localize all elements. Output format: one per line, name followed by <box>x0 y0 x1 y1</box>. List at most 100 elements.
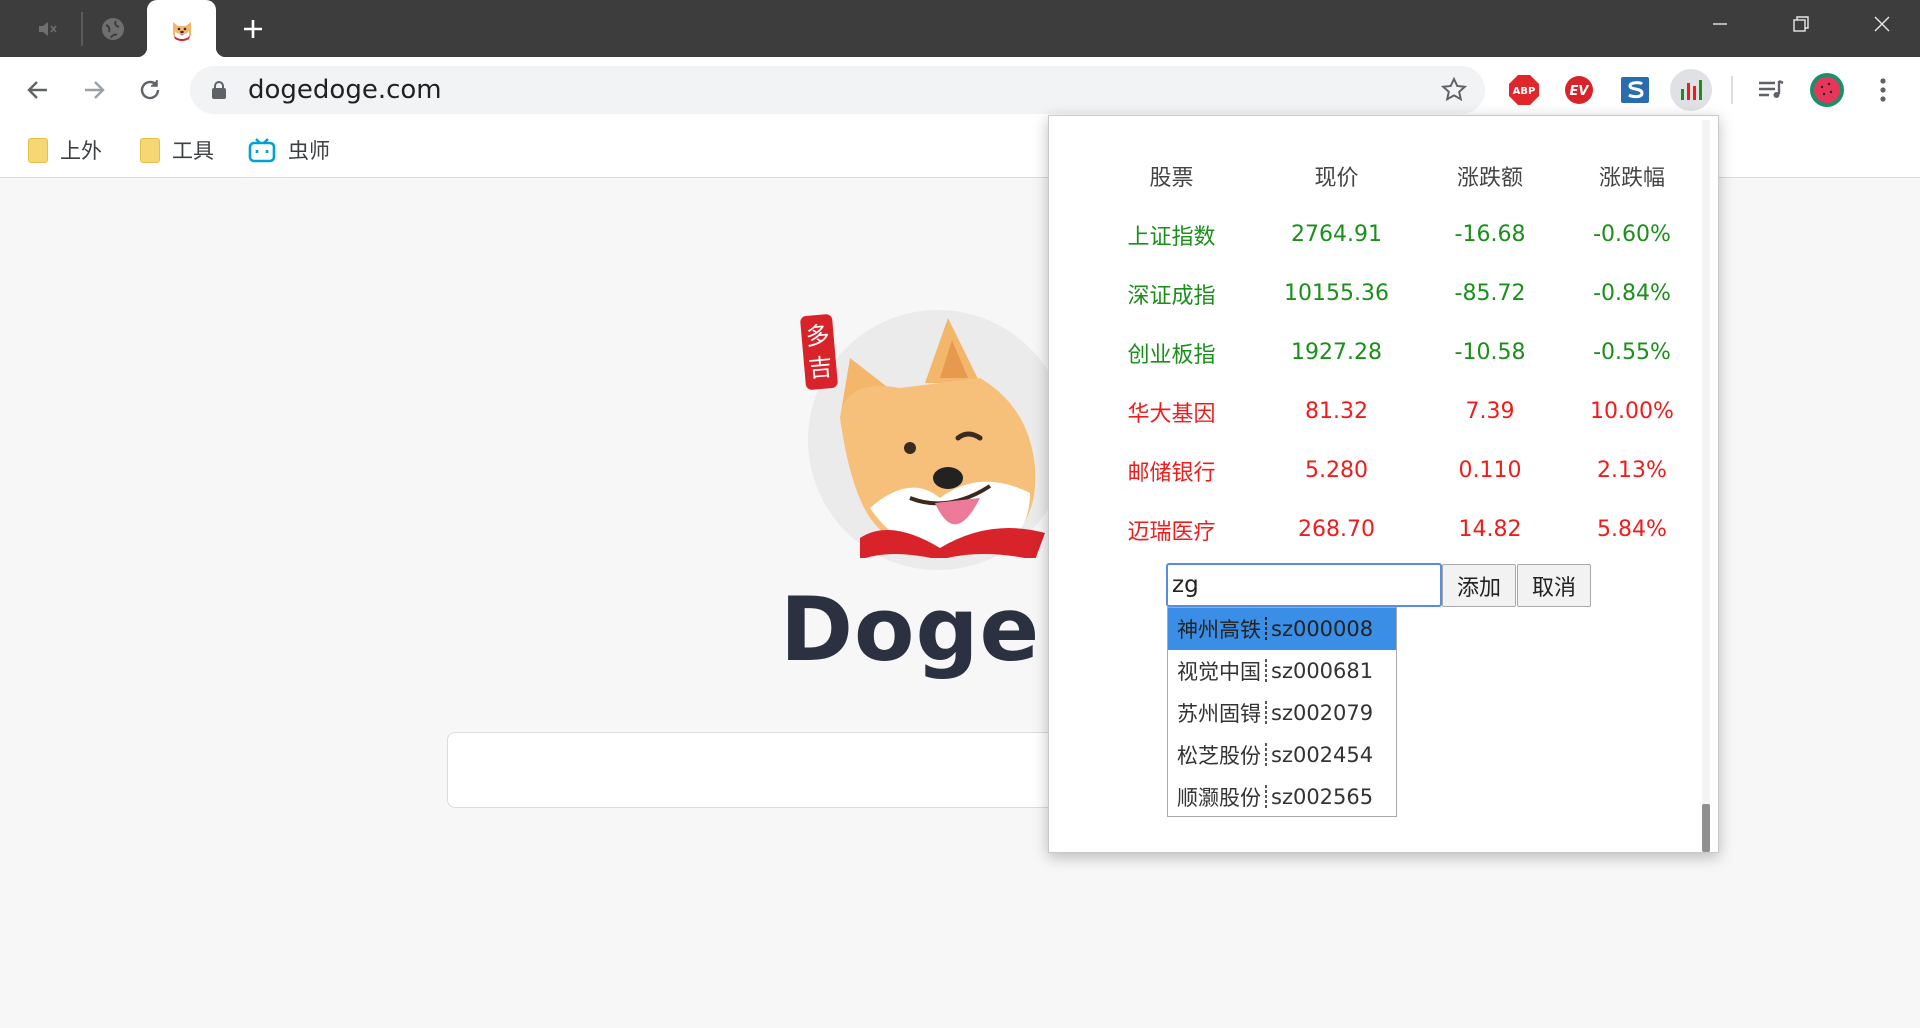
header-change: 涨跌额 <box>1456 165 1523 191</box>
stock-ticker-popup: 股票 现价 涨跌额 涨跌幅 上证指数 2764.91 -16.68 -0.60%… <box>1048 115 1719 853</box>
profile-avatar[interactable] <box>1806 69 1848 111</box>
address-bar[interactable]: dogedoge.com <box>190 66 1485 114</box>
suggestion-name: 神州高铁 <box>1177 618 1261 642</box>
suggestion-code: sz002565 <box>1271 785 1374 809</box>
autocomplete-item[interactable]: 苏州固锝 sz002079 <box>1168 692 1396 734</box>
stock-code-input[interactable] <box>1166 563 1442 607</box>
stock-percent: 2.13% <box>1597 458 1667 483</box>
add-button[interactable]: 添加 <box>1442 564 1516 607</box>
media-controls-button[interactable] <box>1750 69 1792 111</box>
suggestion-name: 顺灏股份 <box>1177 786 1261 810</box>
autocomplete-item[interactable]: 松芝股份 sz002454 <box>1168 734 1396 776</box>
folder-icon <box>28 137 48 163</box>
restore-button[interactable] <box>1769 0 1833 48</box>
stock-name[interactable]: 上证指数 <box>1089 205 1254 264</box>
kebab-menu-icon <box>1880 78 1886 102</box>
ev-icon: EV <box>1565 76 1593 104</box>
stock-name[interactable]: 华大基因 <box>1089 382 1254 441</box>
reload-icon <box>140 80 160 100</box>
bookmark-chongshi[interactable]: 虫师 <box>248 133 330 167</box>
restore-icon <box>1793 16 1809 32</box>
suggestion-name: 松芝股份 <box>1177 744 1261 768</box>
doge-mascot-icon <box>840 318 1045 558</box>
table-row[interactable]: 迈瑞医疗 268.70 14.82 5.84% <box>1089 500 1703 559</box>
stock-price: 10155.36 <box>1284 281 1389 306</box>
plus-icon <box>244 20 262 38</box>
table-row[interactable]: 创业板指 1927.28 -10.58 -0.55% <box>1089 323 1703 382</box>
globe-icon[interactable] <box>98 14 128 44</box>
autocomplete-list: 神州高铁 sz000008 视觉中国 sz000681 苏州固锝 sz002079 松… <box>1167 607 1397 817</box>
forward-button[interactable] <box>74 70 114 110</box>
bar-chart-icon <box>1681 80 1702 100</box>
reload-button[interactable] <box>130 70 170 110</box>
stock-change: -10.58 <box>1454 340 1526 365</box>
autocomplete-item[interactable]: 神州高铁 sz000008 <box>1168 608 1396 650</box>
minimize-button[interactable] <box>1688 0 1752 48</box>
table-row[interactable]: 上证指数 2764.91 -16.68 -0.60% <box>1089 205 1703 264</box>
active-tab[interactable] <box>137 0 226 57</box>
bookmark-label: 工具 <box>172 139 214 163</box>
stock-ticker-extension[interactable] <box>1670 69 1712 111</box>
bookmark-label: 虫师 <box>288 139 330 163</box>
svg-text:ABP: ABP <box>1513 86 1536 97</box>
close-icon <box>1874 16 1890 32</box>
suggestion-name: 苏州固锝 <box>1177 702 1261 726</box>
autocomplete-item[interactable]: 视觉中国 sz000681 <box>1168 650 1396 692</box>
stock-price: 1927.28 <box>1291 340 1382 365</box>
muted-tab-speaker-icon[interactable] <box>32 14 62 44</box>
header-stock: 股票 <box>1149 165 1194 191</box>
suggestion-code: sz000681 <box>1271 659 1374 683</box>
cancel-button[interactable]: 取消 <box>1517 564 1591 607</box>
url-text[interactable]: dogedoge.com <box>248 76 442 104</box>
autocomplete-item[interactable]: 顺灏股份 sz002565 <box>1168 776 1396 818</box>
stock-price: 81.32 <box>1305 399 1368 424</box>
popup-scrollbar[interactable] <box>1702 120 1710 852</box>
stock-price: 5.280 <box>1305 458 1368 483</box>
doge-favicon-icon <box>172 21 191 41</box>
stock-percent: -0.55% <box>1593 340 1671 365</box>
suggestion-code: sz000008 <box>1271 617 1374 641</box>
stock-change: 14.82 <box>1458 517 1522 542</box>
bookmark-star-icon[interactable] <box>1441 77 1467 103</box>
separator <box>1265 743 1267 767</box>
stock-change: -16.68 <box>1454 222 1526 247</box>
new-tab-button[interactable] <box>236 12 270 46</box>
stock-price: 2764.91 <box>1291 222 1382 247</box>
lock-icon <box>212 81 226 99</box>
tab-separator <box>81 12 83 46</box>
bookmark-folder-shangwai[interactable]: 上外 <box>28 133 102 167</box>
avatar-icon <box>1810 73 1844 107</box>
stock-name[interactable]: 深证成指 <box>1089 264 1254 323</box>
stock-table: 股票 现价 涨跌额 涨跌幅 上证指数 2764.91 -16.68 -0.60%… <box>1089 146 1703 559</box>
browser-menu-button[interactable] <box>1862 69 1904 111</box>
stock-name[interactable]: 邮储银行 <box>1089 441 1254 500</box>
bookmark-folder-tools[interactable]: 工具 <box>140 133 214 167</box>
playlist-icon <box>1759 79 1784 98</box>
arrow-right-icon <box>85 81 105 99</box>
scrollbar-thumb[interactable] <box>1702 804 1710 852</box>
table-row[interactable]: 深证成指 10155.36 -85.72 -0.84% <box>1089 264 1703 323</box>
table-row[interactable]: 邮储银行 5.280 0.110 2.13% <box>1089 441 1703 500</box>
s-logo-icon <box>1621 77 1649 103</box>
table-row[interactable]: 华大基因 81.32 7.39 10.00% <box>1089 382 1703 441</box>
stock-name[interactable]: 迈瑞医疗 <box>1089 500 1254 559</box>
minimize-icon <box>1713 23 1727 25</box>
table-header-row: 股票 现价 涨跌额 涨跌幅 <box>1089 146 1703 205</box>
suggestion-name: 视觉中国 <box>1177 660 1261 684</box>
close-window-button[interactable] <box>1850 0 1914 48</box>
stock-name[interactable]: 创业板指 <box>1089 323 1254 382</box>
separator <box>1265 785 1267 809</box>
adblock-plus-icon: ABP <box>1509 75 1539 105</box>
stock-percent: 10.00% <box>1590 399 1674 424</box>
adblock-plus-extension[interactable]: ABP <box>1503 69 1545 111</box>
svg-text:EV: EV <box>1570 84 1590 99</box>
tab-strip <box>0 0 1920 57</box>
back-button[interactable] <box>18 70 58 110</box>
evernote-extension[interactable]: EV <box>1558 69 1600 111</box>
stock-percent: 5.84% <box>1597 517 1667 542</box>
suggestion-code: sz002079 <box>1271 701 1374 725</box>
separator <box>1265 701 1267 725</box>
arrow-left-icon <box>27 81 47 99</box>
s-extension[interactable] <box>1614 69 1656 111</box>
stock-percent: -0.60% <box>1593 222 1671 247</box>
